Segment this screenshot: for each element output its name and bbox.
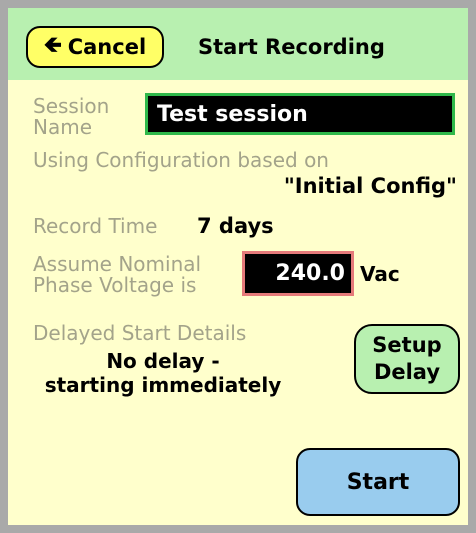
nominal-voltage-label: Assume Nominal Phase Voltage is [33,254,201,296]
configuration-label: Using Configuration based on [33,148,329,172]
session-name-label: Session Name [33,96,109,138]
cancel-button[interactable]: 🡸 Cancel [26,26,164,68]
nominal-voltage-field[interactable]: 240.0 [242,251,354,296]
start-button[interactable]: Start [296,448,460,516]
voltage-unit: Vac [360,262,400,286]
record-time-label: Record Time [33,214,158,238]
page-title: Start Recording [198,35,385,59]
record-time-value: 7 days [197,214,274,238]
arrow-left-icon: 🡸 [43,33,62,58]
delayed-start-label: Delayed Start Details [33,321,247,345]
cancel-label: Cancel [67,35,147,59]
session-name-field[interactable]: Test session [145,93,455,135]
session-name-label-line2: Name [33,115,93,139]
delay-status: No delay - starting immediately [28,349,298,397]
header-bar: 🡸 Cancel Start Recording [8,8,468,80]
session-name-label-line1: Session [33,94,110,118]
delay-status-line2: starting immediately [44,373,282,397]
delay-status-line1: No delay - [106,349,220,373]
setup-delay-button[interactable]: Setup Delay [354,324,460,394]
configuration-value: "Initial Config" [283,174,457,198]
nominal-voltage-label-line1: Assume Nominal [33,252,202,276]
nominal-voltage-label-line2: Phase Voltage is [33,273,197,297]
screen: 🡸 Cancel Start Recording Session Name Te… [8,8,468,525]
device-frame: 🡸 Cancel Start Recording Session Name Te… [0,0,476,533]
